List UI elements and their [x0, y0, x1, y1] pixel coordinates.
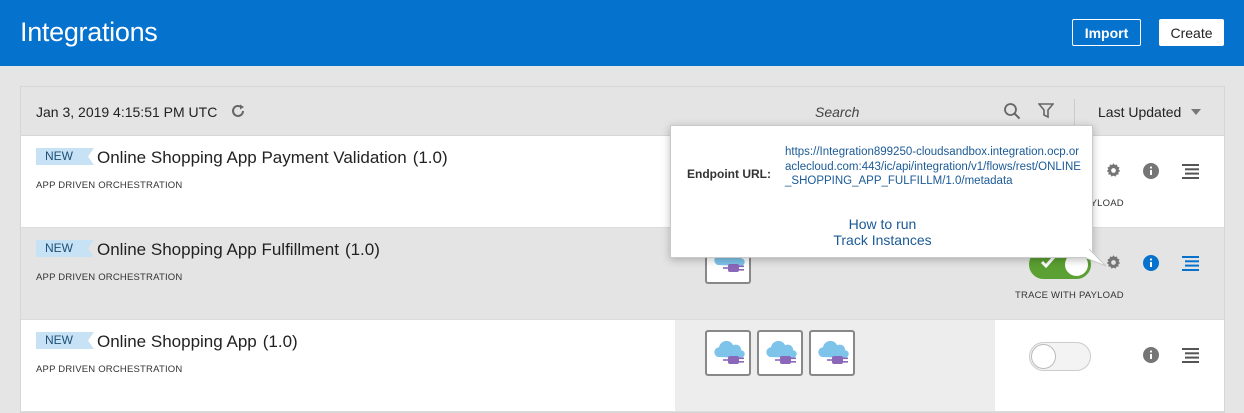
integration-version: (1.0) [412, 148, 448, 167]
integration-name[interactable]: Online Shopping App Payment Validation (1… [97, 148, 448, 168]
hamburger-menu-icon[interactable] [1182, 164, 1199, 179]
integration-type: APP DRIVEN ORCHESTRATION [36, 272, 183, 283]
rest-connection-icon[interactable] [757, 330, 803, 376]
new-badge: NEW [36, 148, 94, 165]
popup-pointer [1086, 246, 1107, 267]
endpoint-popup: Endpoint URL: https://Integration899250-… [670, 125, 1093, 258]
toolbar-divider [1074, 99, 1075, 125]
gear-icon[interactable] [1105, 162, 1122, 179]
integration-name-text[interactable]: Online Shopping App Payment Validation [97, 148, 407, 167]
hamburger-menu-icon[interactable] [1182, 256, 1199, 271]
rest-connection-icon[interactable] [809, 330, 855, 376]
integration-name[interactable]: Online Shopping App (1.0) [97, 332, 298, 352]
chevron-down-icon[interactable] [1191, 109, 1201, 115]
integration-version: (1.0) [344, 240, 380, 259]
rest-connection-icon[interactable] [705, 330, 751, 376]
new-badge: NEW [36, 240, 94, 257]
info-icon[interactable] [1143, 347, 1159, 363]
integration-version: (1.0) [262, 332, 298, 351]
how-to-run-link-text[interactable]: How to run [849, 216, 917, 232]
sort-dropdown[interactable]: Last Updated [1098, 104, 1181, 120]
how-to-run-link: How to run [671, 216, 1094, 232]
integration-type: APP DRIVEN ORCHESTRATION [36, 180, 183, 191]
integration-name[interactable]: Online Shopping App Fulfillment (1.0) [97, 240, 380, 260]
connections-area [675, 320, 995, 411]
hamburger-menu-icon[interactable] [1182, 348, 1199, 363]
endpoint-url-label: Endpoint URL: [687, 167, 771, 181]
new-badge: NEW [36, 332, 94, 349]
endpoint-url-link[interactable]: https://Integration899250-cloudsandbox.i… [785, 145, 1085, 189]
last-refreshed-timestamp: Jan 3, 2019 4:15:51 PM UTC [36, 104, 218, 120]
info-icon[interactable] [1143, 163, 1159, 179]
search-icon[interactable] [1003, 102, 1021, 120]
integration-type: APP DRIVEN ORCHESTRATION [36, 364, 183, 375]
trace-label: TRACE WITH PAYLOAD [1015, 290, 1124, 301]
track-instances-link: Track Instances [671, 232, 1094, 248]
info-icon[interactable] [1143, 255, 1159, 271]
page-title: Integrations [20, 17, 158, 47]
integration-name-text[interactable]: Online Shopping App Fulfillment [97, 240, 339, 259]
activation-toggle[interactable] [1029, 342, 1091, 371]
refresh-icon[interactable] [229, 102, 247, 120]
integration-row[interactable]: NEW Online Shopping App (1.0) APP DRIVEN … [21, 320, 1224, 412]
import-button[interactable]: Import [1072, 19, 1141, 46]
search-input[interactable]: Search [815, 104, 859, 120]
filter-icon[interactable] [1038, 102, 1054, 119]
track-instances-link-text[interactable]: Track Instances [833, 232, 931, 248]
page-header: Integrations Import Create [0, 0, 1244, 66]
integration-name-text[interactable]: Online Shopping App [97, 332, 257, 351]
toggle-knob [1031, 344, 1056, 369]
create-button[interactable]: Create [1159, 19, 1224, 46]
